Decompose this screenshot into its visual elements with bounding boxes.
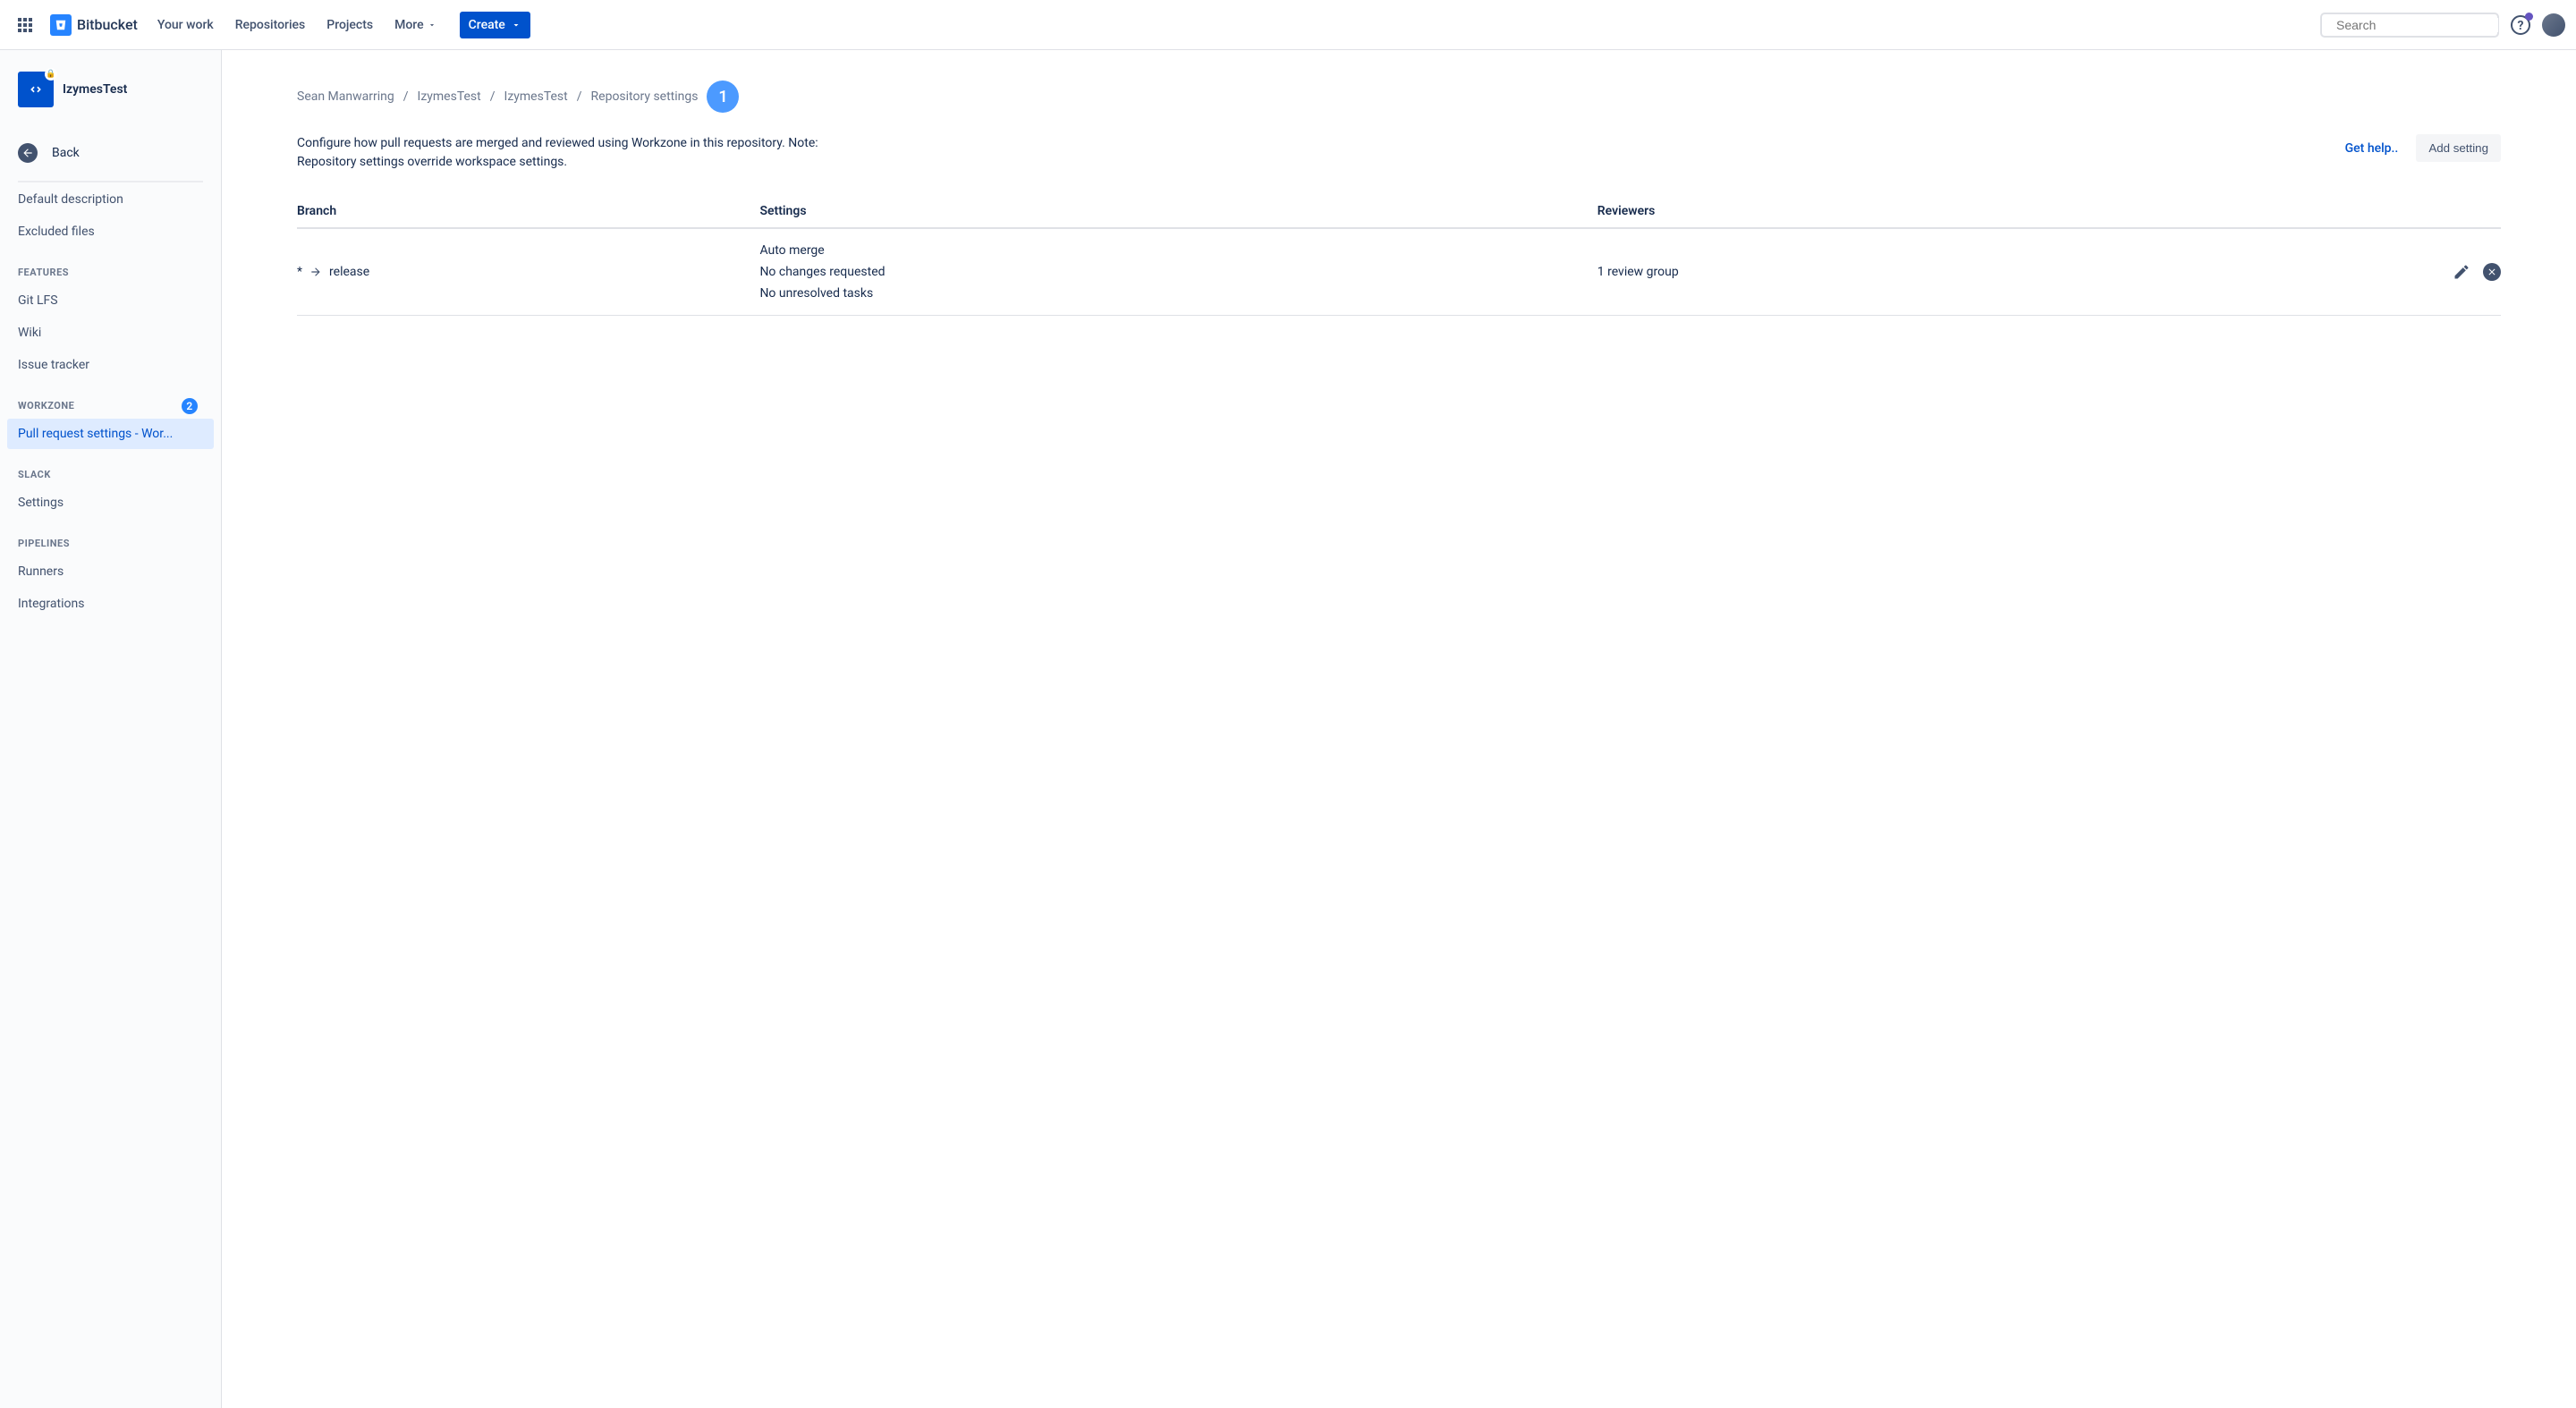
create-button-label: Create <box>469 18 505 32</box>
main-content: Sean Manwarring / IzymesTest / IzymesTes… <box>222 50 2576 1408</box>
setting-item: Auto merge <box>759 243 1597 258</box>
code-icon <box>27 81 45 98</box>
top-nav-left: Bitbucket Your work Repositories Project… <box>11 11 530 39</box>
annotation-badge-1: 1 <box>707 81 739 113</box>
nav-more-label: More <box>394 18 424 32</box>
add-setting-button[interactable]: Add setting <box>2416 134 2501 162</box>
sidebar-item-runners[interactable]: Runners <box>7 556 214 587</box>
description-actions: Get help.. Add setting <box>2345 134 2501 162</box>
section-pipelines-label: PIPELINES <box>18 538 70 549</box>
sidebar-item-wiki[interactable]: Wiki <box>7 318 214 348</box>
chevron-down-icon <box>428 21 436 30</box>
section-pipelines: PIPELINES <box>7 520 214 555</box>
sidebar: 🔒 IzymesTest Back Default description Ex… <box>0 50 222 1408</box>
back-button[interactable]: Back <box>7 134 214 172</box>
product-logo[interactable]: Bitbucket <box>43 14 145 36</box>
nav-more[interactable]: More <box>386 11 445 39</box>
search-box[interactable] <box>2320 13 2499 38</box>
repo-name: IzymesTest <box>63 82 127 97</box>
svg-text:?: ? <box>2518 19 2524 33</box>
top-nav-right: ? <box>2320 11 2565 39</box>
sidebar-item-issue-tracker[interactable]: Issue tracker <box>7 350 214 380</box>
cell-actions <box>2215 263 2501 281</box>
delete-circle <box>2483 263 2501 281</box>
back-circle <box>18 143 38 163</box>
notification-indicator <box>2525 13 2533 21</box>
cell-reviewers: 1 review group <box>1597 265 2215 279</box>
repo-icon: 🔒 <box>18 72 54 107</box>
settings-table: Branch Settings Reviewers * release Auto… <box>297 197 2501 316</box>
sidebar-item-git-lfs[interactable]: Git LFS <box>7 285 214 316</box>
section-slack-label: SLACK <box>18 469 51 480</box>
back-label: Back <box>52 146 80 160</box>
create-button[interactable]: Create <box>460 12 530 38</box>
breadcrumb-owner[interactable]: Sean Manwarring <box>297 89 394 104</box>
user-avatar[interactable] <box>2542 13 2565 37</box>
table-header: Branch Settings Reviewers <box>297 197 2501 229</box>
setting-item: No unresolved tasks <box>759 286 1597 301</box>
close-icon <box>2487 267 2497 277</box>
section-slack: SLACK <box>7 451 214 486</box>
branch-source: * <box>297 265 302 279</box>
settings-list: Auto merge No changes requested No unres… <box>759 243 1597 301</box>
sidebar-item-pull-request-settings[interactable]: Pull request settings - Wor... <box>7 419 214 449</box>
top-nav: Bitbucket Your work Repositories Project… <box>0 0 2576 50</box>
nav-projects[interactable]: Projects <box>318 11 382 39</box>
divider <box>18 181 203 182</box>
sidebar-item-slack-settings[interactable]: Settings <box>7 488 214 518</box>
section-features: FEATURES <box>7 249 214 284</box>
col-header-settings: Settings <box>759 204 1597 218</box>
get-help-link[interactable]: Get help.. <box>2345 141 2399 156</box>
description-row: Configure how pull requests are merged a… <box>297 134 2501 172</box>
cell-branch: * release <box>297 265 759 279</box>
nav-your-work[interactable]: Your work <box>148 11 223 39</box>
branch-spec: * release <box>297 265 759 279</box>
grid-icon <box>14 14 36 36</box>
section-workzone-label: WORKZONE <box>18 400 74 411</box>
col-header-branch: Branch <box>297 204 759 218</box>
breadcrumb-sep: / <box>490 89 496 104</box>
breadcrumb-sep: / <box>577 89 582 104</box>
workzone-badge: 2 <box>182 398 198 414</box>
sidebar-item-excluded-files[interactable]: Excluded files <box>7 216 214 247</box>
breadcrumb-project[interactable]: IzymesTest <box>418 89 481 104</box>
setting-item: No changes requested <box>759 265 1597 279</box>
arrow-left-icon <box>21 147 34 159</box>
branch-target: release <box>329 265 369 279</box>
sidebar-item-integrations[interactable]: Integrations <box>7 589 214 619</box>
section-features-label: FEATURES <box>18 267 69 278</box>
breadcrumb-sep: / <box>403 89 409 104</box>
sidebar-item-default-description[interactable]: Default description <box>7 184 214 215</box>
help-button[interactable]: ? <box>2506 11 2535 39</box>
app-switcher-button[interactable] <box>11 11 39 39</box>
breadcrumb-page[interactable]: Repository settings <box>591 89 699 104</box>
layout: 🔒 IzymesTest Back Default description Ex… <box>0 50 2576 1408</box>
col-header-actions <box>2215 204 2501 218</box>
product-name: Bitbucket <box>77 16 138 33</box>
cell-settings: Auto merge No changes requested No unres… <box>759 243 1597 301</box>
col-header-reviewers: Reviewers <box>1597 204 2215 218</box>
arrow-right-icon <box>309 266 322 278</box>
edit-button[interactable] <box>2453 263 2470 281</box>
section-workzone: WORKZONE 2 <box>7 382 214 417</box>
repo-header[interactable]: 🔒 IzymesTest <box>7 72 214 125</box>
chevron-down-icon <box>511 20 521 30</box>
search-input[interactable] <box>2336 18 2498 32</box>
table-row: * release Auto merge No changes requeste… <box>297 229 2501 316</box>
nav-repositories[interactable]: Repositories <box>226 11 315 39</box>
bucket-icon <box>55 19 67 31</box>
breadcrumb-repo[interactable]: IzymesTest <box>504 89 568 104</box>
bitbucket-icon <box>50 14 72 36</box>
pencil-icon <box>2453 263 2470 281</box>
page-description: Configure how pull requests are merged a… <box>297 134 834 172</box>
breadcrumb: Sean Manwarring / IzymesTest / IzymesTes… <box>297 81 2501 113</box>
delete-button[interactable] <box>2483 263 2501 281</box>
lock-icon: 🔒 <box>45 68 57 81</box>
